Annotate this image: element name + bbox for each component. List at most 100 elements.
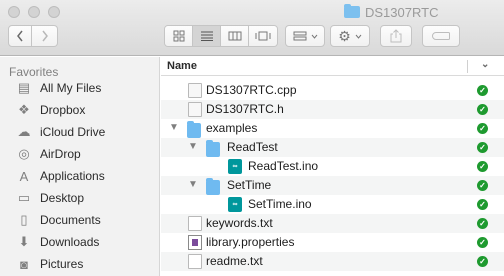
arduino-file-icon: ∞ (228, 197, 242, 212)
name-column-header[interactable]: Name (167, 60, 197, 72)
list-row[interactable]: ▼ examples ✓ (161, 119, 504, 138)
sidebar-item-icloud-drive[interactable]: ☁ iCloud Drive (16, 121, 106, 143)
dropbox-icon: ❖ (18, 102, 30, 117)
list-row[interactable]: DS1307RTC.h ✓ (161, 100, 504, 119)
column-header: Name ⌄ (161, 57, 504, 76)
downloads-icon: ⬇ (18, 234, 30, 249)
airdrop-icon: ◎ (18, 146, 30, 161)
file-name: readme.txt (206, 254, 263, 268)
sidebar-item-applications[interactable]: A Applications (16, 165, 105, 187)
disclosure-triangle-icon[interactable]: ▼ (188, 179, 198, 190)
sidebar-item-label: Pictures (40, 257, 84, 271)
sidebar-item-documents[interactable]: ▯ Documents (16, 209, 101, 231)
window-title-text: DS1307RTC (365, 4, 439, 20)
tag-icon (432, 32, 450, 40)
gear-icon: ⚙ (338, 27, 351, 44)
synced-check-icon: ✓ (477, 161, 488, 172)
cloud-icon: ☁ (17, 124, 31, 139)
file-name: ReadTest (227, 140, 278, 154)
icon-view-button[interactable] (165, 26, 193, 46)
text-file-icon (188, 216, 202, 231)
sidebar-item-label: All My Files (40, 81, 102, 95)
file-name: ReadTest.ino (248, 159, 319, 173)
title-bar: DS1307RTC ⚙ (0, 0, 504, 56)
file-name: DS1307RTC.h (206, 102, 284, 116)
file-name: keywords.txt (206, 216, 273, 230)
window-title: DS1307RTC (344, 4, 438, 20)
all-files-icon: ▤ (17, 80, 31, 95)
applications-icon: A (19, 168, 29, 184)
columns-icon (228, 31, 241, 41)
sidebar-item-airdrop[interactable]: ◎ AirDrop (16, 143, 80, 165)
sidebar-item-label: Documents (40, 213, 101, 227)
list-row[interactable]: keywords.txt ✓ (161, 214, 504, 233)
gallery-view-button[interactable] (249, 26, 277, 46)
close-window-button[interactable] (8, 6, 20, 18)
share-icon (390, 29, 402, 43)
disclosure-triangle-icon[interactable]: ▼ (188, 141, 198, 152)
column-divider[interactable] (467, 60, 468, 73)
desktop-icon: ▭ (17, 190, 31, 205)
properties-file-icon (188, 235, 202, 250)
arduino-file-icon: ∞ (228, 159, 242, 174)
file-name: SetTime (227, 178, 272, 192)
synced-check-icon: ✓ (477, 123, 488, 134)
sidebar-item-dropbox[interactable]: ❖ Dropbox (16, 99, 85, 121)
sidebar-item-pictures[interactable]: ◙ Pictures (16, 253, 83, 275)
sidebar-item-desktop[interactable]: ▭ Desktop (16, 187, 84, 209)
list-row[interactable]: DS1307RTC.cpp ✓ (161, 81, 504, 100)
synced-check-icon: ✓ (477, 256, 488, 267)
folder-icon (206, 140, 220, 157)
camera-icon: ◙ (20, 256, 28, 272)
list-row[interactable]: ∞ ReadTest.ino ✓ (161, 157, 504, 176)
sidebar-item-label: Downloads (40, 235, 100, 249)
chevron-down-icon (355, 34, 362, 39)
chevron-down-icon[interactable]: ⌄ (481, 59, 489, 70)
synced-check-icon: ✓ (477, 199, 488, 210)
file-name: SetTime.ino (248, 197, 312, 211)
arrange-button[interactable] (285, 25, 325, 47)
arrange-icon (293, 31, 306, 41)
list-row[interactable]: ▼ ReadTest ✓ (161, 138, 504, 157)
cpp-file-icon (188, 83, 202, 98)
folder-icon (344, 4, 360, 18)
list-row[interactable]: ∞ SetTime.ino ✓ (161, 195, 504, 214)
chevron-right-icon (41, 30, 48, 42)
minimize-window-button[interactable] (28, 6, 40, 18)
synced-check-icon: ✓ (477, 104, 488, 115)
back-button[interactable] (8, 25, 32, 47)
text-file-icon (188, 254, 202, 269)
share-button[interactable] (380, 25, 412, 47)
list-row[interactable]: ▼ SetTime ✓ (161, 176, 504, 195)
synced-check-icon: ✓ (477, 237, 488, 248)
sidebar-item-label: Applications (40, 169, 105, 183)
sidebar-item-downloads[interactable]: ⬇ Downloads (16, 231, 100, 253)
disclosure-triangle-icon[interactable]: ▼ (169, 122, 179, 133)
file-name: examples (206, 121, 258, 135)
column-view-button[interactable] (221, 26, 249, 46)
list-row[interactable]: library.properties ✓ (161, 233, 504, 252)
list-icon (200, 31, 213, 41)
list-row[interactable]: readme.txt ✓ (161, 252, 504, 271)
action-button[interactable]: ⚙ (330, 25, 370, 47)
folder-icon (206, 178, 220, 195)
sidebar-item-label: iCloud Drive (40, 125, 106, 139)
documents-icon: ▯ (20, 212, 28, 227)
sidebar-item-label: Desktop (40, 191, 85, 205)
forward-button[interactable] (32, 25, 58, 47)
zoom-window-button[interactable] (48, 6, 60, 18)
synced-check-icon: ✓ (477, 85, 488, 96)
gallery-icon (255, 31, 271, 41)
edit-tags-button[interactable] (422, 25, 460, 47)
view-mode-control (164, 25, 278, 47)
list-view-button[interactable] (193, 26, 221, 46)
synced-check-icon: ✓ (477, 180, 488, 191)
sidebar-item-label: Dropbox (40, 103, 86, 117)
sidebar-item-all-my-files[interactable]: ▤ All My Files (16, 77, 102, 99)
synced-check-icon: ✓ (477, 142, 488, 153)
file-name: DS1307RTC.cpp (206, 83, 297, 97)
folder-icon (187, 121, 201, 138)
chevron-down-icon (311, 34, 317, 39)
file-name: library.properties (206, 235, 295, 249)
chevron-left-icon (17, 30, 23, 42)
